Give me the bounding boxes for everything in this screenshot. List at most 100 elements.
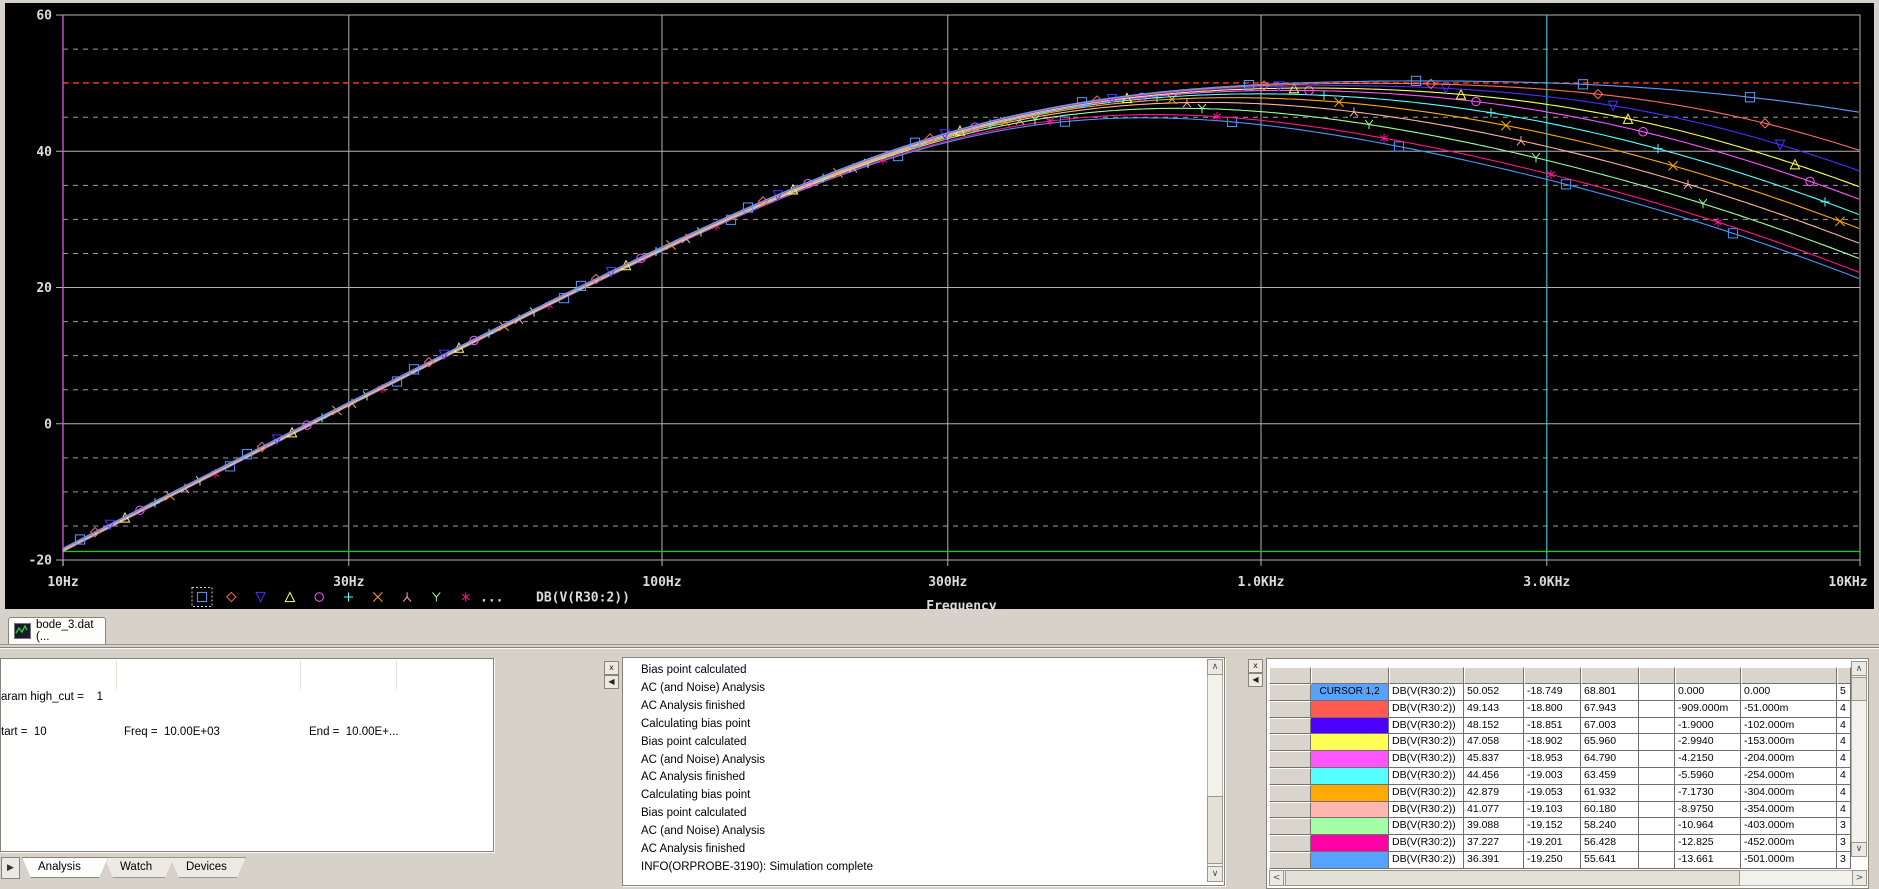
trace-name-cell[interactable]: DB(V(R30:2)) (1389, 701, 1464, 718)
table-header-cell[interactable] (1269, 667, 1311, 684)
spacer-cell[interactable] (1639, 785, 1675, 802)
clipped-value-cell[interactable]: 3 (1837, 835, 1851, 852)
clipped-value-cell[interactable]: 4 (1837, 734, 1851, 751)
y1-value-cell[interactable]: 37.227 (1464, 835, 1524, 852)
trace-color-swatch[interactable]: CURSOR 1,2 (1311, 684, 1389, 701)
trace-color-swatch[interactable] (1311, 835, 1389, 852)
row-header-cell[interactable] (1269, 785, 1311, 802)
y1-value-cell[interactable]: 39.088 (1464, 818, 1524, 835)
dy2-value-cell[interactable]: -403.000m (1741, 818, 1837, 835)
clipped-value-cell[interactable]: 3 (1837, 818, 1851, 835)
close-icon[interactable]: x (1248, 659, 1263, 673)
spacer-cell[interactable] (1639, 802, 1675, 819)
dy1-value-cell[interactable]: -1.9000 (1675, 718, 1741, 735)
y1-y2-diff-cell[interactable]: 68.801 (1581, 684, 1639, 701)
trace-name-cell[interactable]: DB(V(R30:2)) (1389, 751, 1464, 768)
table-header-cell[interactable] (1675, 667, 1741, 684)
clipped-value-cell[interactable]: 3 (1837, 852, 1851, 869)
scroll-down-icon[interactable]: ∨ (1851, 842, 1867, 857)
y2-value-cell[interactable]: -18.953 (1524, 751, 1581, 768)
y1-value-cell[interactable]: 42.879 (1464, 785, 1524, 802)
tab-scroll-button[interactable]: ▶ (1, 857, 20, 879)
y1-y2-diff-cell[interactable]: 58.240 (1581, 818, 1639, 835)
row-header-cell[interactable] (1269, 684, 1311, 701)
scroll-right-icon[interactable]: > (1852, 870, 1867, 886)
y2-value-cell[interactable]: -19.103 (1524, 802, 1581, 819)
clipped-value-cell[interactable]: 4 (1837, 802, 1851, 819)
spacer-cell[interactable] (1639, 751, 1675, 768)
row-header-cell[interactable] (1269, 701, 1311, 718)
y2-value-cell[interactable]: -18.902 (1524, 734, 1581, 751)
scroll-down-icon[interactable]: ∨ (1207, 866, 1223, 882)
y1-y2-diff-cell[interactable]: 64.790 (1581, 751, 1639, 768)
dy2-value-cell[interactable]: -204.000m (1741, 751, 1837, 768)
y1-y2-diff-cell[interactable]: 65.960 (1581, 734, 1639, 751)
collapse-icon[interactable]: ◀ (1248, 673, 1263, 687)
table-hscroll-thumb[interactable] (1285, 870, 1740, 886)
y1-y2-diff-cell[interactable]: 67.943 (1581, 701, 1639, 718)
y2-value-cell[interactable]: -19.053 (1524, 785, 1581, 802)
y1-y2-diff-cell[interactable]: 63.459 (1581, 768, 1639, 785)
dy2-value-cell[interactable]: -254.000m (1741, 768, 1837, 785)
collapse-icon[interactable]: ◀ (604, 675, 619, 689)
spacer-cell[interactable] (1639, 734, 1675, 751)
dy2-value-cell[interactable]: -304.000m (1741, 785, 1837, 802)
dy1-value-cell[interactable]: -2.9940 (1675, 734, 1741, 751)
scroll-left-icon[interactable]: < (1269, 870, 1284, 886)
table-header-cell[interactable] (1741, 667, 1837, 684)
clipped-value-cell[interactable]: 5 (1837, 684, 1851, 701)
table-header-cell[interactable] (1581, 667, 1639, 684)
legend-trace-label[interactable]: DB(V(R30:2)) (536, 591, 630, 606)
dy1-value-cell[interactable]: -7.1730 (1675, 785, 1741, 802)
dy1-value-cell[interactable]: -10.964 (1675, 818, 1741, 835)
trace-name-cell[interactable]: DB(V(R30:2)) (1389, 852, 1464, 869)
row-header-cell[interactable] (1269, 852, 1311, 869)
dy2-value-cell[interactable]: -501.000m (1741, 852, 1837, 869)
y1-y2-diff-cell[interactable]: 61.932 (1581, 785, 1639, 802)
y2-value-cell[interactable]: -19.152 (1524, 818, 1581, 835)
trace-color-swatch[interactable] (1311, 802, 1389, 819)
dy2-value-cell[interactable]: 0.000 (1741, 684, 1837, 701)
y2-value-cell[interactable]: -18.851 (1524, 718, 1581, 735)
trace-name-cell[interactable]: DB(V(R30:2)) (1389, 768, 1464, 785)
y2-value-cell[interactable]: -18.800 (1524, 701, 1581, 718)
dy1-value-cell[interactable]: -12.825 (1675, 835, 1741, 852)
y1-value-cell[interactable]: 49.143 (1464, 701, 1524, 718)
clipped-value-cell[interactable]: 4 (1837, 751, 1851, 768)
dy1-value-cell[interactable]: -5.5960 (1675, 768, 1741, 785)
table-header-cell[interactable] (1464, 667, 1524, 684)
spacer-cell[interactable] (1639, 818, 1675, 835)
y1-y2-diff-cell[interactable]: 60.180 (1581, 802, 1639, 819)
dy1-value-cell[interactable]: -4.2150 (1675, 751, 1741, 768)
row-header-cell[interactable] (1269, 818, 1311, 835)
row-header-cell[interactable] (1269, 835, 1311, 852)
y2-value-cell[interactable]: -18.749 (1524, 684, 1581, 701)
clipped-value-cell[interactable]: 4 (1837, 785, 1851, 802)
sheet-tab-devices[interactable]: Devices (170, 857, 246, 878)
trace-color-swatch[interactable] (1311, 701, 1389, 718)
trace-name-cell[interactable]: DB(V(R30:2)) (1389, 818, 1464, 835)
trace-name-cell[interactable]: DB(V(R30:2)) (1389, 684, 1464, 701)
trace-name-cell[interactable]: DB(V(R30:2)) (1389, 734, 1464, 751)
y1-y2-diff-cell[interactable]: 55.641 (1581, 852, 1639, 869)
row-header-cell[interactable] (1269, 768, 1311, 785)
trace-color-swatch[interactable] (1311, 818, 1389, 835)
dy2-value-cell[interactable]: -153.000m (1741, 734, 1837, 751)
spacer-cell[interactable] (1639, 852, 1675, 869)
table-header-cell[interactable] (1524, 667, 1581, 684)
clipped-value-cell[interactable]: 4 (1837, 768, 1851, 785)
sheet-tab-watch[interactable]: Watch (104, 857, 174, 878)
dy1-value-cell[interactable]: -909.000m (1675, 701, 1741, 718)
y2-value-cell[interactable]: -19.201 (1524, 835, 1581, 852)
trace-color-swatch[interactable] (1311, 785, 1389, 802)
spacer-cell[interactable] (1639, 718, 1675, 735)
spacer-cell[interactable] (1639, 835, 1675, 852)
spacer-cell[interactable] (1639, 701, 1675, 718)
row-header-cell[interactable] (1269, 802, 1311, 819)
trace-name-cell[interactable]: DB(V(R30:2)) (1389, 802, 1464, 819)
dy1-value-cell[interactable]: -8.9750 (1675, 802, 1741, 819)
y1-value-cell[interactable]: 44.456 (1464, 768, 1524, 785)
spacer-cell[interactable] (1639, 684, 1675, 701)
trace-color-swatch[interactable] (1311, 852, 1389, 869)
row-header-cell[interactable] (1269, 718, 1311, 735)
